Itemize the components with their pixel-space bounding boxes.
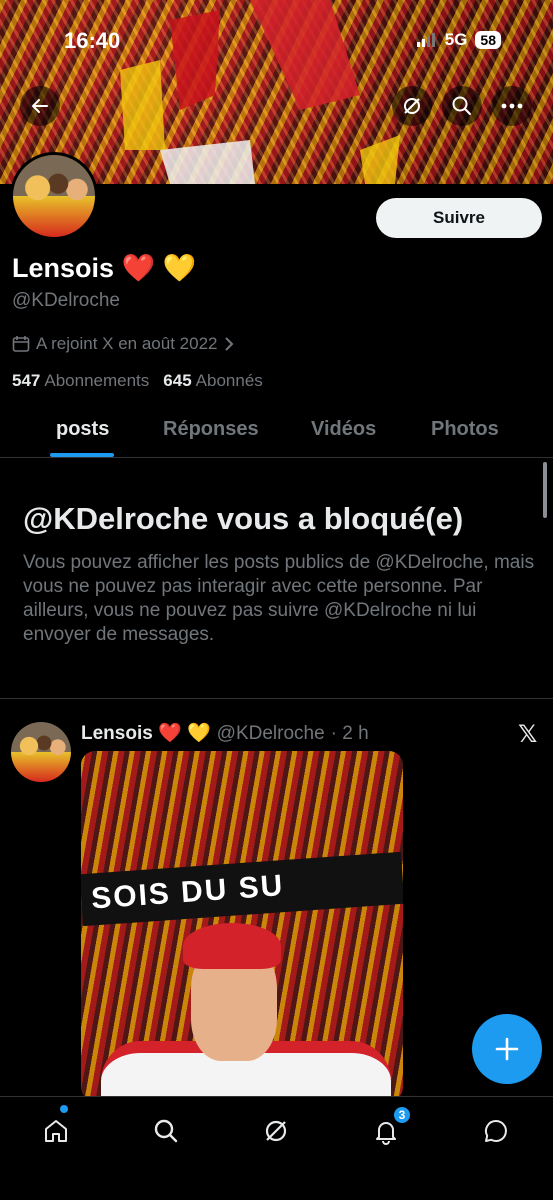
tab-posts[interactable]: posts: [56, 418, 109, 441]
profile-handle: @KDelroche: [12, 290, 120, 311]
nav-home[interactable]: [36, 1111, 76, 1151]
tweet[interactable]: Lensois ❤️ 💛 @KDelroche · 2 h 𝕏 SOIS DU …: [0, 700, 553, 1101]
nav-grok[interactable]: [256, 1111, 296, 1151]
followers-count: 645: [163, 371, 192, 390]
nav-messages[interactable]: [476, 1111, 516, 1151]
followers-label: Abonnés: [195, 371, 263, 390]
chevron-right-icon: [225, 337, 234, 351]
message-icon: [484, 1119, 507, 1142]
following-label: Abonnements: [44, 371, 150, 390]
battery-icon: 58: [475, 31, 501, 49]
tweet-header: Lensois ❤️ 💛 @KDelroche · 2 h: [81, 721, 369, 745]
bottom-nav: 3: [0, 1096, 553, 1200]
back-button[interactable]: [20, 86, 60, 126]
tweet-avatar[interactable]: [11, 722, 71, 782]
signal-icon: [416, 33, 435, 47]
compose-button[interactable]: [472, 1014, 542, 1084]
notification-badge: 3: [393, 1106, 411, 1124]
following-count: 547: [12, 371, 41, 390]
media-fan-cap: [183, 923, 281, 969]
joined-date[interactable]: A rejoint X en août 2022: [12, 334, 235, 354]
status-time: 16:40: [64, 28, 121, 53]
tab-videos[interactable]: Vidéos: [311, 418, 376, 441]
follow-button[interactable]: Suivre: [376, 198, 542, 238]
x-logo-icon: 𝕏: [518, 721, 538, 748]
active-tab-indicator: [50, 453, 114, 457]
search-button[interactable]: [442, 86, 482, 126]
search-icon: [154, 1119, 178, 1143]
more-icon: [501, 103, 523, 109]
tab-photos[interactable]: Photos: [431, 418, 499, 441]
status-bar: 16:40 5G 58: [0, 26, 553, 56]
tab-replies[interactable]: Réponses: [163, 418, 259, 441]
home-icon: [45, 1120, 67, 1142]
search-icon: [452, 96, 471, 115]
tweet-author-handle[interactable]: @KDelroche: [217, 723, 325, 745]
calendar-icon: [12, 336, 30, 352]
media-banner-text: SOIS DU SU: [81, 851, 403, 927]
status-icons: 5G 58: [416, 30, 501, 50]
profile-avatar[interactable]: [10, 152, 98, 240]
follow-stats: 547 Abonnements 645 Abonnés: [12, 371, 263, 391]
home-unread-dot: [60, 1105, 68, 1113]
profile-name: Lensois ❤️ 💛: [12, 253, 197, 283]
more-button[interactable]: [492, 86, 532, 126]
followers-link[interactable]: 645 Abonnés: [163, 371, 263, 391]
grok-button[interactable]: [392, 86, 432, 126]
joined-label: A rejoint X en août 2022: [36, 334, 218, 353]
tweet-media[interactable]: SOIS DU SU: [81, 751, 403, 1101]
blocked-notice: @KDelroche vous a bloqué(e) Vous pouvez …: [0, 459, 553, 699]
following-link[interactable]: 547 Abonnements: [12, 371, 149, 391]
grok-icon: [404, 98, 420, 114]
tweet-author-name[interactable]: Lensois ❤️ 💛: [81, 721, 211, 745]
plus-icon: [495, 1037, 519, 1061]
arrow-left-icon: [32, 99, 48, 113]
nav-search[interactable]: [146, 1111, 186, 1151]
network-label: 5G: [444, 30, 468, 49]
profile-tabs: posts Réponses Vidéos Photos: [0, 408, 553, 458]
blocked-title: @KDelroche vous a bloqué(e): [23, 501, 464, 536]
blocked-body: Vous pouvez afficher les posts publics d…: [23, 552, 535, 645]
tweet-time: · 2 h: [330, 723, 369, 744]
grok-icon: [265, 1120, 287, 1142]
